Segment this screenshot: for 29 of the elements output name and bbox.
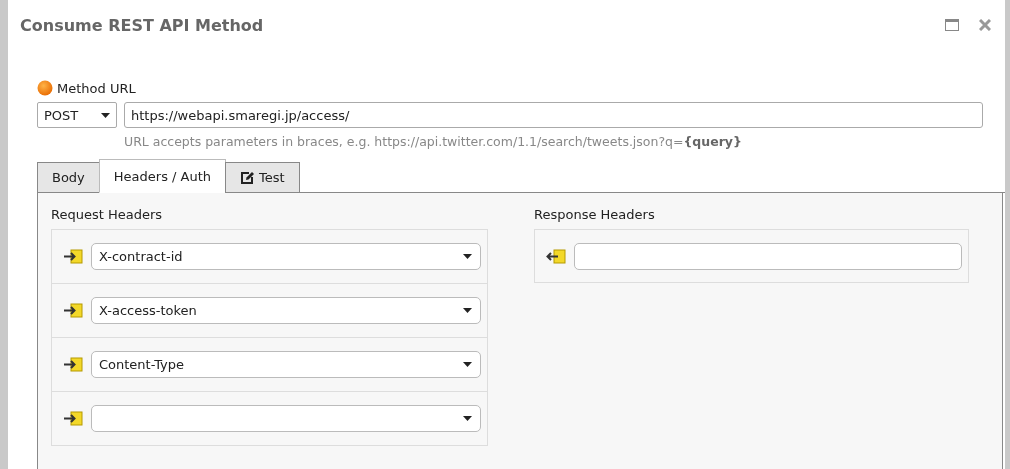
- header-dropdown[interactable]: [91, 405, 481, 432]
- caret-icon: [463, 308, 472, 313]
- dialog-title: Consume REST API Method: [20, 15, 264, 35]
- section-label: Response Headers: [534, 207, 656, 224]
- export-arrow-icon: [546, 248, 566, 264]
- method-dropdown[interactable]: POST: [37, 102, 117, 128]
- status-dot-icon: [37, 80, 53, 96]
- import-arrow-icon: [63, 411, 83, 426]
- import-arrow-icon: [63, 357, 83, 372]
- header-dropdown[interactable]: Content-Type: [91, 351, 481, 378]
- tab[interactable]: Test: [225, 162, 300, 193]
- import-arrow-icon: [63, 303, 83, 318]
- field-label: Method URL: [57, 80, 136, 96]
- header-field[interactable]: [574, 242, 962, 270]
- hint-text: URL accepts parameters in braces, e.g. https://api.twitter.com/1.1/search/tweets.json?q={query}: [124, 134, 743, 149]
- section-label: Request Headers: [51, 207, 164, 224]
- caret-icon: [463, 416, 472, 421]
- tab[interactable]: Body: [37, 162, 100, 193]
- close-icon[interactable]: [979, 19, 991, 31]
- header-dropdown[interactable]: X-contract-id: [91, 243, 481, 270]
- url-field[interactable]: https://webapi.smaregi.jp/access/: [124, 102, 983, 128]
- caret-icon: [463, 254, 472, 259]
- caret-icon: [463, 362, 472, 367]
- import-arrow-icon: [63, 249, 83, 264]
- tab[interactable]: Headers / Auth: [98, 159, 227, 193]
- maximize-icon[interactable]: [945, 19, 959, 31]
- caret-icon: [101, 112, 110, 118]
- header-dropdown[interactable]: X-access-token: [91, 297, 481, 324]
- edit-icon: [240, 170, 256, 185]
